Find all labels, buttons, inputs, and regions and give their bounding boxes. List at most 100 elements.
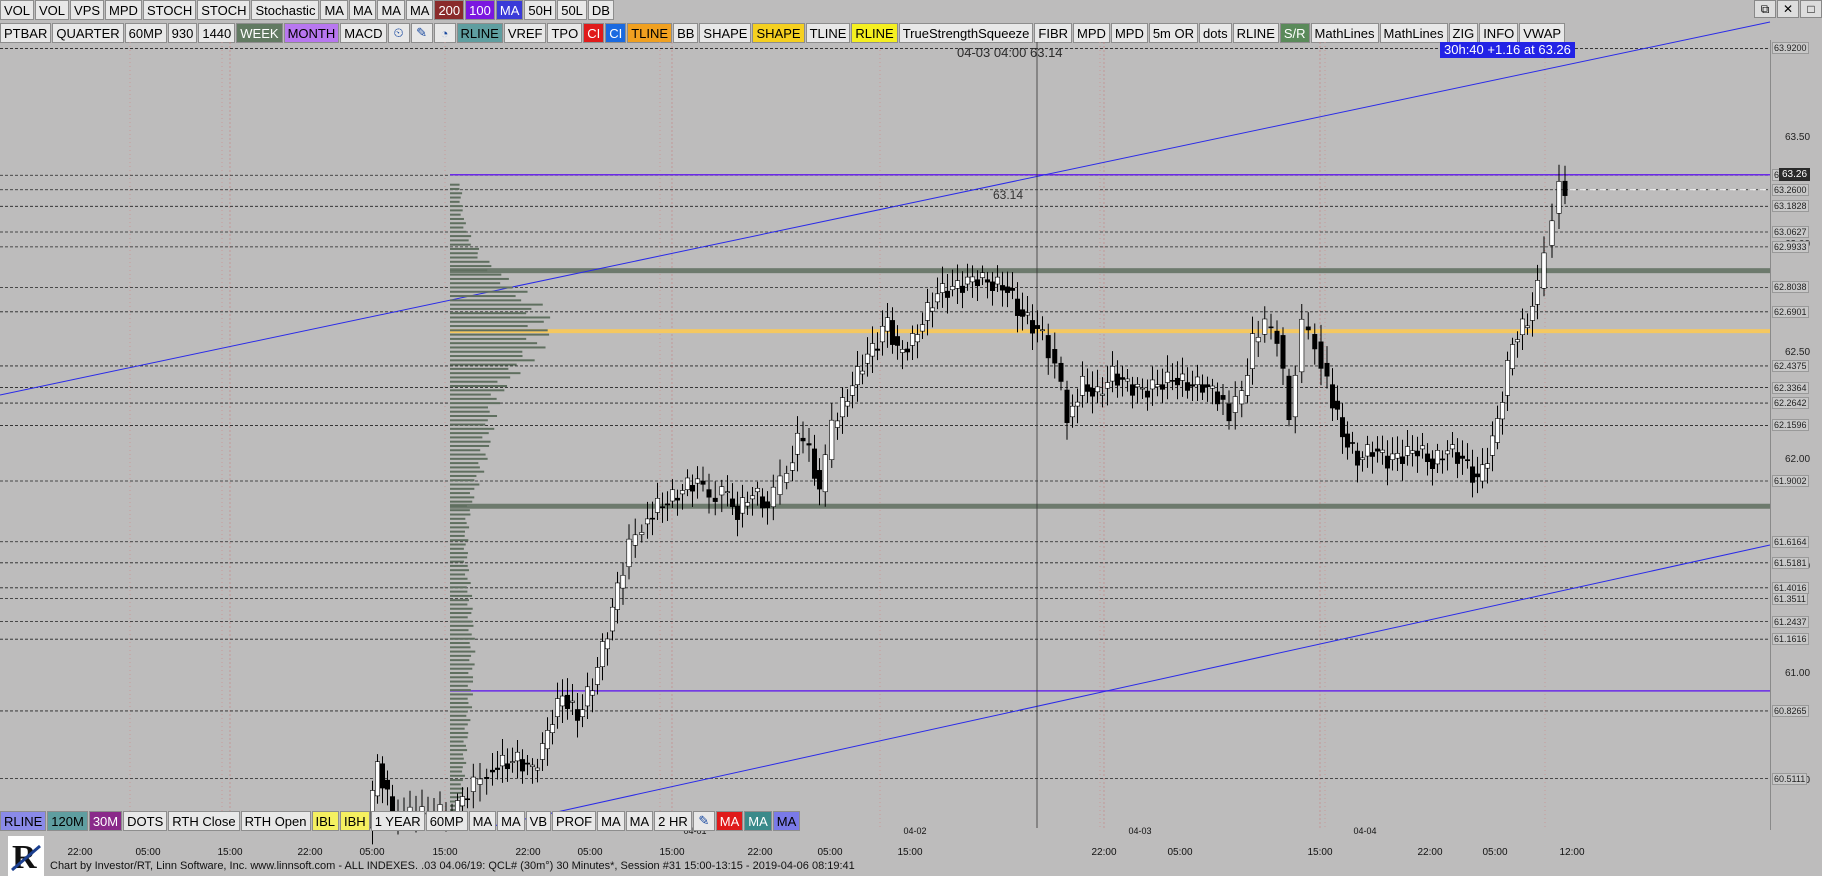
volume-profile-bar — [450, 744, 466, 747]
volume-profile-bar — [450, 676, 474, 679]
toolbar-bottom-button-dots[interactable]: DOTS — [123, 811, 168, 831]
candle-body — [654, 498, 660, 513]
candle-body — [509, 761, 515, 763]
candle-body — [554, 698, 560, 717]
volume-profile-bar — [450, 239, 469, 242]
toolbar-bottom-button-ma[interactable]: MA — [625, 811, 654, 831]
candle-body — [626, 538, 632, 568]
candle-body — [659, 506, 665, 509]
candle-body — [384, 779, 390, 790]
candle-body — [1170, 380, 1176, 382]
toolbar-bottom-button-60mp[interactable]: 60MP — [425, 811, 468, 831]
candle-body — [1100, 393, 1106, 396]
candle-body — [719, 486, 725, 496]
volume-profile-bar — [450, 552, 468, 555]
volume-profile-bar — [450, 273, 502, 276]
toolbar-bottom-button-vb[interactable]: VB — [525, 811, 552, 831]
level-price-label: 62.4375 — [1772, 359, 1809, 372]
candle-body — [934, 293, 940, 303]
volume-profile-bar — [450, 534, 465, 537]
candle-body — [879, 325, 885, 343]
volume-profile-bar — [450, 749, 468, 752]
candle-body — [994, 276, 1000, 285]
price-axis[interactable]: 63.5063.0062.5062.0061.5061.0060.5063.92… — [1770, 40, 1822, 830]
toolbar-bottom-button-rth-open[interactable]: RTH Open — [240, 811, 311, 831]
toolbar-bottom-button-ma[interactable]: MA — [772, 811, 801, 831]
candle-body — [1125, 378, 1131, 382]
level-price-label: 61.6164 — [1772, 535, 1809, 548]
volume-profile-bar — [450, 282, 501, 285]
toolbar-bottom-button-ibh[interactable]: IBH — [340, 811, 370, 831]
volume-profile-bar — [450, 599, 469, 602]
candle-body — [1205, 384, 1211, 387]
toolbar-bottom-button-ma[interactable]: MA — [597, 811, 625, 831]
candle-body — [1385, 455, 1391, 469]
volume-profile-bar — [450, 209, 463, 212]
candle-body — [724, 491, 730, 494]
toolbar-bottom-button-120m[interactable]: 120M — [47, 811, 88, 831]
volume-profile-bar — [450, 265, 492, 268]
volume-profile-bar — [450, 646, 471, 649]
volume-profile-bar — [450, 680, 473, 683]
volume-profile-bar — [450, 355, 523, 358]
candle-body — [1075, 401, 1081, 407]
candle-body — [1380, 449, 1386, 453]
toolbar-bottom-button-ma[interactable]: MA — [744, 811, 772, 831]
crosshair-price-marker: 63.14 — [993, 188, 1023, 202]
toolbar-bottom-button-rth-close[interactable]: RTH Close — [168, 811, 240, 831]
candle-body — [894, 336, 900, 346]
candle-body — [1210, 385, 1216, 389]
toolbar-bottom-button-30m[interactable]: 30M — [88, 811, 123, 831]
toolbar-bottom-button-ma[interactable]: MA — [497, 811, 525, 831]
level-price-label: 61.3511 — [1772, 592, 1808, 605]
candle-body — [700, 480, 706, 485]
volume-profile-bar — [450, 406, 488, 409]
toolbar-bottom-button-1-year[interactable]: 1 YEAR — [370, 811, 425, 831]
volume-profile-bar — [450, 453, 486, 456]
candle-body — [1500, 402, 1506, 420]
time-tick-label: 22:00 — [1417, 847, 1442, 858]
volume-profile-bar — [450, 586, 467, 589]
volume-profile-bar — [450, 359, 535, 362]
candle-body — [599, 641, 605, 667]
level-price-label: 62.6901 — [1772, 305, 1809, 318]
toolbar-bottom-button-ma[interactable]: MA — [468, 811, 497, 831]
candle-body — [1165, 371, 1171, 383]
candle-body — [559, 695, 565, 707]
volume-profile-bar — [450, 329, 548, 332]
candle-body — [822, 454, 828, 493]
toolbar-bottom-button-prof[interactable]: PROF — [552, 811, 597, 831]
volume-profile-bar — [450, 517, 466, 520]
toolbar-bottom-button-ma[interactable]: MA — [715, 811, 744, 831]
candle-body — [644, 518, 650, 525]
candle-body — [1520, 318, 1526, 335]
volume-profile-bar — [450, 235, 472, 238]
candle-body — [729, 498, 735, 507]
candle-body — [664, 503, 670, 506]
time-tick-label: 15:00 — [659, 847, 684, 858]
time-tick-label: 05:00 — [1167, 847, 1192, 858]
volume-profile-bar — [450, 222, 466, 225]
toolbar-bottom-button-2-hr[interactable]: 2 HR — [654, 811, 692, 831]
volume-profile-bar — [450, 727, 465, 730]
toolbar-bottom-button-ibl[interactable]: IBL — [311, 811, 340, 831]
level-price-label: 63.2600 — [1772, 183, 1809, 196]
candle-body — [379, 763, 385, 789]
toolbar-bottom-button-rline[interactable]: RLINE — [0, 811, 47, 831]
candle-body — [1226, 403, 1232, 422]
price-tick-label: 63.50 — [1785, 132, 1811, 144]
volume-profile-bar — [450, 753, 464, 756]
candle-body — [649, 517, 655, 520]
level-price-label: 62.9933 — [1772, 240, 1809, 253]
candle-body — [504, 763, 510, 770]
candle-body — [1009, 287, 1015, 291]
candle-body — [1180, 373, 1186, 381]
candle-body — [1475, 473, 1481, 478]
volume-profile-bar — [450, 320, 544, 323]
price-chart[interactable]: 63.14 22:00 05:00 15:00 22:00 05:00 15:00 22:00… — [0, 0, 1822, 876]
candle-body — [1549, 220, 1555, 246]
pencil-icon[interactable]: ✎ — [692, 811, 715, 831]
volume-profile-bar — [450, 466, 480, 469]
volume-profile-bar — [450, 509, 470, 512]
candle-body — [794, 432, 800, 455]
